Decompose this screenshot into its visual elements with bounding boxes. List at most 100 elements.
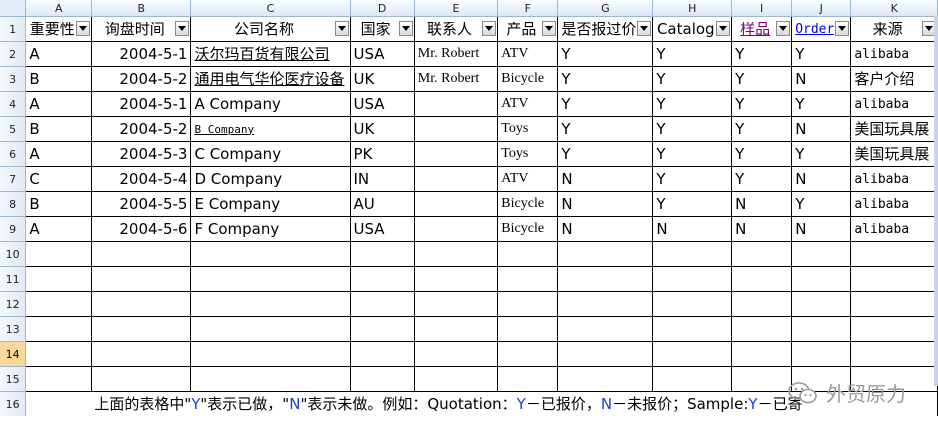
empty-cell[interactable] (414, 241, 499, 267)
cell-sample[interactable]: N (731, 191, 793, 217)
empty-cell[interactable] (652, 366, 733, 392)
cell-date[interactable]: 2004-5-2 (91, 66, 192, 92)
cell-contact[interactable] (414, 116, 499, 142)
filter-dropdown-button[interactable] (716, 21, 731, 36)
header-cell-importance[interactable]: 重要性 (25, 16, 93, 42)
empty-cell[interactable] (557, 341, 654, 367)
empty-cell[interactable] (557, 316, 654, 342)
empty-cell[interactable] (414, 266, 499, 292)
empty-cell[interactable] (497, 291, 559, 317)
empty-cell[interactable] (652, 291, 733, 317)
empty-cell[interactable] (652, 341, 733, 367)
empty-cell[interactable] (350, 366, 415, 392)
cell-company[interactable]: F Company (190, 216, 351, 242)
cell-quoted[interactable]: N (557, 216, 654, 242)
empty-cell[interactable] (414, 316, 499, 342)
column-header-k[interactable]: K (850, 0, 938, 17)
cell-date[interactable]: 2004-5-1 (91, 91, 192, 117)
column-header-c[interactable]: C (190, 0, 351, 17)
empty-cell[interactable] (190, 266, 351, 292)
empty-cell[interactable] (652, 266, 733, 292)
cell-source[interactable]: alibaba (850, 191, 938, 217)
header-cell-date[interactable]: 询盘时间 (91, 16, 192, 42)
cell-country[interactable]: AU (350, 191, 415, 217)
cell-catalog[interactable]: Y (652, 116, 733, 142)
header-cell-order[interactable]: Order (791, 16, 852, 42)
column-header-f[interactable]: F (497, 0, 559, 17)
empty-cell[interactable] (91, 366, 192, 392)
empty-cell[interactable] (850, 266, 938, 292)
cell-country[interactable]: UK (350, 116, 415, 142)
cell-company[interactable]: D Company (190, 166, 351, 192)
empty-cell[interactable] (850, 341, 938, 367)
cell-date[interactable]: 2004-5-2 (91, 116, 192, 142)
empty-cell[interactable] (25, 366, 93, 392)
column-header-i[interactable]: I (731, 0, 793, 17)
header-cell-source[interactable]: 来源 (850, 16, 938, 42)
cell-importance[interactable]: B (25, 116, 93, 142)
cell-order[interactable]: N (791, 166, 852, 192)
empty-cell[interactable] (25, 316, 93, 342)
empty-cell[interactable] (731, 266, 793, 292)
cell-importance[interactable]: A (25, 91, 93, 117)
empty-cell[interactable] (850, 291, 938, 317)
empty-cell[interactable] (497, 366, 559, 392)
cell-order[interactable]: Y (791, 191, 852, 217)
empty-cell[interactable] (731, 316, 793, 342)
cell-source[interactable]: alibaba (850, 41, 938, 67)
empty-cell[interactable] (190, 316, 351, 342)
row-header[interactable]: 10 (0, 241, 27, 267)
cell-contact[interactable] (414, 166, 499, 192)
empty-cell[interactable] (731, 366, 793, 392)
row-header[interactable]: 14 (0, 341, 27, 367)
empty-cell[interactable] (850, 316, 938, 342)
cell-quoted[interactable]: Y (557, 141, 654, 167)
column-header-e[interactable]: E (414, 0, 499, 17)
cell-product[interactable]: ATV (497, 41, 559, 67)
cell-order[interactable]: Y (791, 91, 852, 117)
cell-country[interactable]: UK (350, 66, 415, 92)
row-header[interactable]: 3 (0, 66, 27, 92)
select-all-corner[interactable] (0, 0, 27, 17)
cell-contact[interactable] (414, 191, 499, 217)
cell-company[interactable]: C Company (190, 141, 351, 167)
header-cell-quoted[interactable]: 是否报过价 (557, 16, 654, 42)
cell-product[interactable]: ATV (497, 166, 559, 192)
cell-source[interactable]: 美国玩具展 (850, 116, 938, 142)
cell-product[interactable]: Bicycle (497, 216, 559, 242)
filter-dropdown-button[interactable] (776, 21, 791, 36)
cell-catalog[interactable]: Y (652, 191, 733, 217)
cell-product[interactable]: Bicycle (497, 66, 559, 92)
empty-cell[interactable] (25, 291, 93, 317)
cell-catalog[interactable]: N (652, 216, 733, 242)
cell-sample[interactable]: Y (731, 66, 793, 92)
cell-catalog[interactable]: Y (652, 141, 733, 167)
empty-cell[interactable] (557, 366, 654, 392)
cell-catalog[interactable]: Y (652, 166, 733, 192)
cell-contact[interactable] (414, 216, 499, 242)
cell-product[interactable]: ATV (497, 91, 559, 117)
empty-cell[interactable] (557, 291, 654, 317)
cell-quoted[interactable]: Y (557, 41, 654, 67)
column-header-g[interactable]: G (557, 0, 654, 17)
empty-cell[interactable] (190, 241, 351, 267)
cell-company[interactable]: B Company (190, 116, 351, 142)
empty-cell[interactable] (497, 241, 559, 267)
empty-cell[interactable] (25, 241, 93, 267)
header-cell-country[interactable]: 国家 (350, 16, 415, 42)
cell-order[interactable]: N (791, 66, 852, 92)
cell-quoted[interactable]: N (557, 191, 654, 217)
cell-sample[interactable]: Y (731, 41, 793, 67)
cell-importance[interactable]: B (25, 66, 93, 92)
cell-importance[interactable]: A (25, 216, 93, 242)
cell-company[interactable]: 通用电气华伦医疗设备 (190, 66, 351, 92)
row-header[interactable]: 11 (0, 266, 27, 292)
cell-order[interactable]: N (791, 116, 852, 142)
cell-order[interactable]: N (791, 216, 852, 242)
cell-source[interactable]: alibaba (850, 166, 938, 192)
filter-dropdown-button[interactable] (175, 21, 190, 36)
filter-dropdown-button[interactable] (542, 21, 557, 36)
column-header-d[interactable]: D (350, 0, 415, 17)
header-cell-contact[interactable]: 联系人 (414, 16, 499, 42)
cell-order[interactable]: Y (791, 41, 852, 67)
